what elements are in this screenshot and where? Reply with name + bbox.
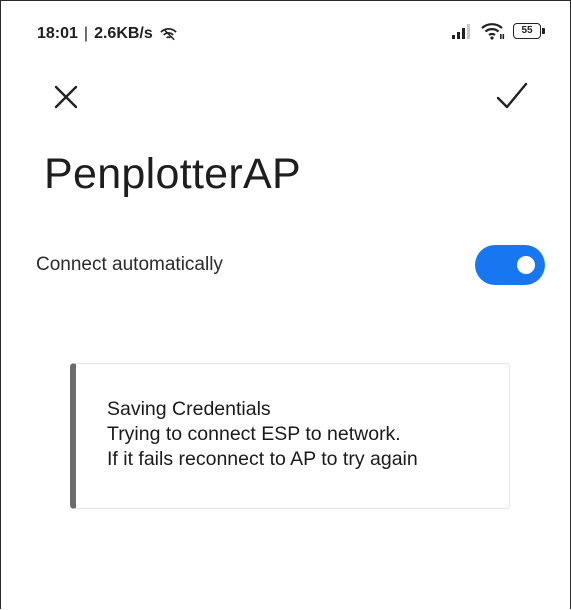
message-line-trying: Trying to connect ESP to network.	[107, 423, 401, 445]
status-net-speed: 2.6KB/s	[94, 25, 153, 42]
battery-icon: 55	[513, 23, 545, 39]
wifi-icon	[481, 23, 505, 40]
message-text-block: Saving Credentials Trying to connect ESP…	[107, 397, 418, 472]
message-line-saving: Saving Credentials	[107, 398, 271, 420]
hotspot-icon	[160, 28, 177, 41]
network-name-title: PenplotterAP	[44, 150, 301, 198]
auto-connect-label: Connect automatically	[36, 254, 223, 275]
status-right: 55	[451, 22, 545, 40]
status-separator: |	[83, 25, 89, 42]
message-line-retry: If it fails reconnect to AP to try again	[107, 448, 418, 470]
status-time: 18:01	[37, 25, 78, 42]
close-icon	[54, 85, 78, 109]
auto-connect-toggle[interactable]	[475, 245, 545, 285]
close-button[interactable]	[48, 79, 84, 115]
status-bar: 18:01 | 2.6KB/s 55	[0, 0, 571, 62]
battery-level: 55	[521, 25, 533, 36]
status-message-card: Saving Credentials Trying to connect ESP…	[70, 363, 510, 509]
confirm-button[interactable]	[490, 76, 534, 116]
check-icon	[496, 82, 528, 109]
screen-frame	[0, 0, 571, 609]
status-left: 18:01 | 2.6KB/s	[37, 25, 177, 43]
toggle-knob	[517, 256, 535, 274]
signal-icon	[452, 24, 470, 39]
